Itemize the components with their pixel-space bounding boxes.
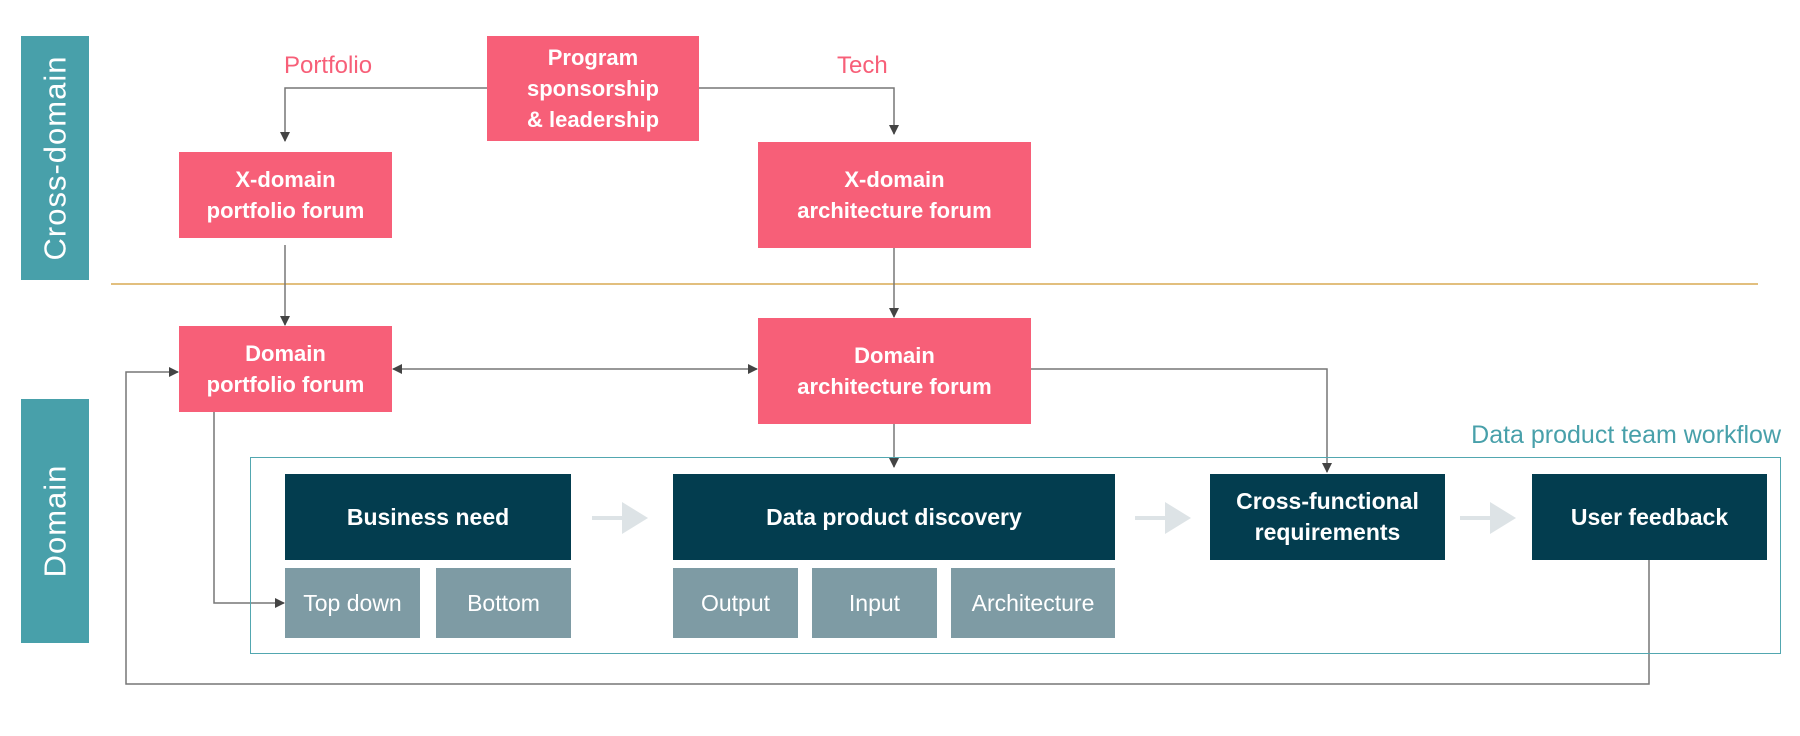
substep-input-label: Input <box>848 589 901 616</box>
substep-bottom-label: Bottom <box>467 589 540 616</box>
substep-architecture-label: Architecture <box>971 589 1095 616</box>
domain-portfolio-line-1: Domain <box>245 341 326 366</box>
domain-portfolio-forum-node[interactable]: Domain portfolio forum <box>179 326 392 412</box>
connector-program-to-xdomain-portfolio <box>280 87 487 142</box>
domain-architecture-line-1: Domain <box>854 343 935 368</box>
step-user-feedback-label: User feedback <box>1570 503 1729 530</box>
xdomain-portfolio-line-2: portfolio forum <box>206 198 365 223</box>
xdomain-architecture-forum-node[interactable]: X-domain architecture forum <box>758 142 1031 248</box>
program-line-1: Program <box>547 45 639 70</box>
substep-output[interactable]: Output <box>673 568 798 638</box>
step-cross-functional-line-2: requirements <box>1254 519 1401 545</box>
step-cross-functional-line-1: Cross-functional <box>1236 488 1419 514</box>
portfolio-label: Portfolio <box>284 52 373 79</box>
substep-top-down[interactable]: Top down <box>285 568 420 638</box>
step-discovery-label: Data product discovery <box>766 503 1022 530</box>
substep-input[interactable]: Input <box>812 568 937 638</box>
xdomain-architecture-line-1: X-domain <box>844 167 945 192</box>
connector-program-to-xdomain-architecture <box>699 87 899 135</box>
domain-architecture-line-2: architecture forum <box>797 374 992 399</box>
substep-top-down-label: Top down <box>303 589 402 616</box>
step-business-need-label: Business need <box>346 503 510 530</box>
domain-architecture-forum-node[interactable]: Domain architecture forum <box>758 318 1031 424</box>
program-line-2: sponsorship <box>526 76 659 101</box>
step-cross-functional-requirements[interactable]: Cross-functional requirements <box>1210 474 1445 560</box>
substep-architecture[interactable]: Architecture <box>951 568 1115 638</box>
program-line-3: & leadership <box>526 107 660 132</box>
xdomain-architecture-line-2: architecture forum <box>797 198 992 223</box>
substep-bottom[interactable]: Bottom <box>436 568 571 638</box>
workflow-title: Data product team workflow <box>1471 421 1781 449</box>
step-business-need[interactable]: Business need <box>285 474 571 560</box>
substep-output-label: Output <box>700 589 771 616</box>
step-data-product-discovery[interactable]: Data product discovery <box>673 474 1115 560</box>
step-user-feedback[interactable]: User feedback <box>1532 474 1767 560</box>
domain-portfolio-line-2: portfolio forum <box>206 372 365 397</box>
xdomain-portfolio-line-1: X-domain <box>235 167 336 192</box>
program-sponsorship-node[interactable]: Program sponsorship & leadership <box>487 36 699 141</box>
xdomain-portfolio-forum-node[interactable]: X-domain portfolio forum <box>179 152 392 238</box>
tech-label: Tech <box>837 52 888 79</box>
